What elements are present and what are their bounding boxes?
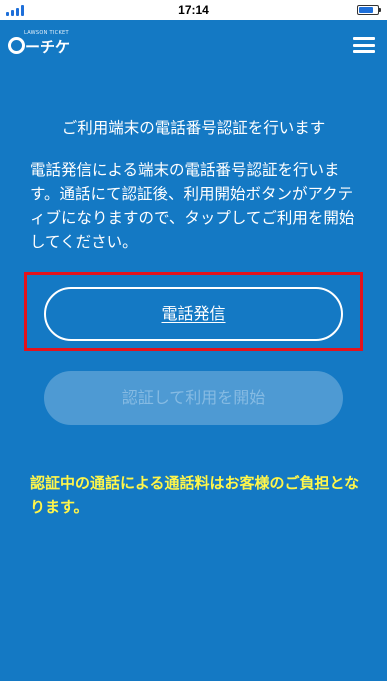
logo-ring-icon bbox=[8, 37, 25, 54]
battery-icon bbox=[357, 5, 381, 15]
start-using-button[interactable]: 認証して利用を開始 bbox=[44, 371, 343, 425]
app-logo[interactable]: LAWSON TICKET ーチケ bbox=[8, 30, 78, 60]
phone-screen: 17:14 LAWSON TICKET ーチケ ご利用端末の電話番号認証を行いま… bbox=[0, 0, 387, 681]
call-charge-notice: 認証中の通話による通話料はお客様のご負担となります。 bbox=[30, 474, 360, 516]
instruction-text: 電話発信による端末の電話番号認証を行います。通話にて認証後、利用開始ボタンがアク… bbox=[30, 161, 355, 251]
page-title: ご利用端末の電話番号認証を行います bbox=[61, 119, 326, 137]
hamburger-menu-icon[interactable] bbox=[353, 37, 375, 53]
phone-call-button-label: 電話発信 bbox=[161, 304, 226, 323]
status-time: 17:14 bbox=[178, 3, 209, 17]
phone-call-button[interactable]: 電話発信 bbox=[44, 287, 343, 341]
status-bar: 17:14 bbox=[0, 0, 387, 20]
app-header: LAWSON TICKET ーチケ bbox=[0, 20, 387, 70]
logo-text: ーチケ bbox=[25, 38, 71, 56]
